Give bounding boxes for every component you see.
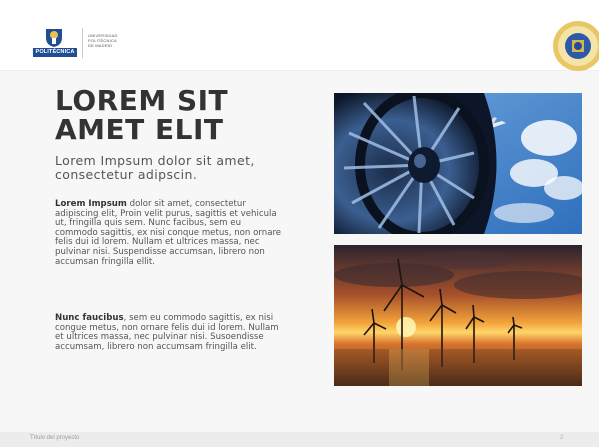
jet-engine-image (334, 93, 582, 234)
slide-page: POLITÉCNICA UNIVERSIDAD POLITÉCNICA DE M… (0, 0, 599, 447)
page-number: 2 (560, 435, 564, 441)
seal-icon (553, 21, 599, 71)
body-paragraph-2: Nunc faucibus, sem eu commodo sagittis, … (55, 313, 285, 352)
paragraph-1-text: dolor sit amet, consectetur adipiscing e… (55, 199, 282, 267)
university-name: UNIVERSIDAD POLITÉCNICA DE MADRID (88, 33, 148, 48)
page-title: LOREM SIT AMET ELIT (55, 86, 315, 144)
crest-icon (46, 29, 62, 47)
paragraph-1-bold: Lorem Impsum (55, 199, 127, 209)
logo-wordmark: POLITÉCNICA (33, 48, 77, 57)
title-line-1: LOREM SIT (55, 84, 229, 117)
upm-logo: POLITÉCNICA (33, 26, 79, 58)
body-paragraph-1: Lorem Impsum dolor sit amet, consectetur… (55, 199, 285, 267)
header-bar: POLITÉCNICA UNIVERSIDAD POLITÉCNICA DE M… (0, 0, 599, 71)
footer-bar: Título del proyecto 2 (0, 432, 599, 447)
logo-divider (82, 28, 83, 58)
university-line-3: DE MADRID (88, 43, 113, 48)
title-line-2: AMET ELIT (55, 113, 224, 146)
page-subtitle: Lorem Impsum dolor sit amet, consectetur… (55, 153, 255, 182)
wind-turbines-image (334, 245, 582, 386)
paragraph-2-bold: Nunc faucibus (55, 313, 124, 323)
project-title: Título del proyecto (30, 435, 80, 441)
